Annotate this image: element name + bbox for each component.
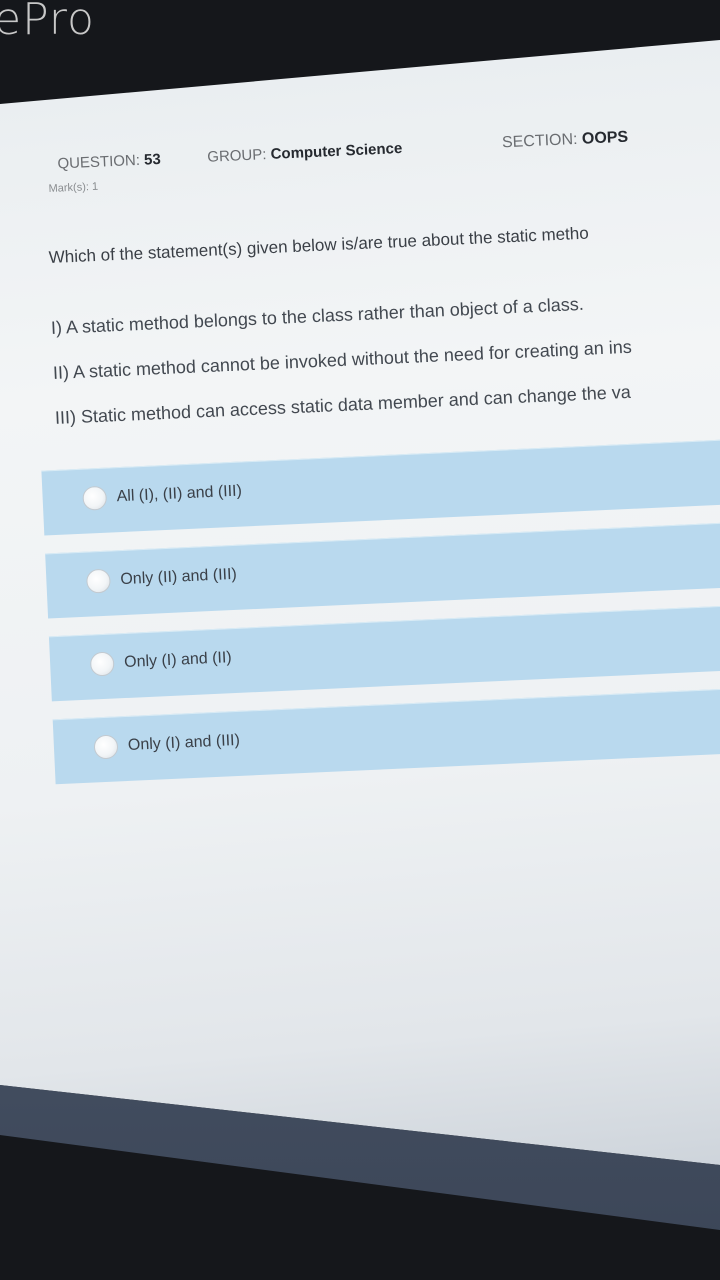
question-text: Which of the statement(s) given below is… bbox=[48, 223, 590, 268]
statement-2: II) A static method cannot be invoked wi… bbox=[52, 336, 633, 383]
exam-screen: QUESTION: 53 GROUP: Computer Science SEC… bbox=[0, 40, 720, 1165]
option-label: Only (I) and (III) bbox=[127, 731, 241, 754]
answer-option-4[interactable]: Only (I) and (III) bbox=[52, 684, 720, 785]
question-marks: Mark(s): 1 bbox=[48, 181, 98, 195]
group-label: GROUP: bbox=[206, 146, 267, 166]
group-value: Computer Science bbox=[270, 139, 403, 163]
question-number-label: QUESTION: bbox=[57, 151, 141, 173]
marks-value: 1 bbox=[91, 180, 99, 194]
option-label: All (I), (II) and (III) bbox=[116, 482, 243, 506]
option-label: Only (I) and (II) bbox=[123, 649, 233, 672]
statement-3: III) Static method can access static dat… bbox=[54, 381, 632, 428]
question-section: SECTION: OOPS bbox=[502, 129, 629, 153]
marks-label: Mark(s): bbox=[48, 181, 90, 195]
app-logo: ePro bbox=[0, 0, 95, 45]
radio-button[interactable] bbox=[85, 568, 111, 594]
section-label: SECTION: bbox=[501, 130, 578, 152]
question-number-value: 53 bbox=[143, 150, 162, 169]
statement-1: I) A static method belongs to the class … bbox=[50, 293, 585, 339]
radio-button[interactable] bbox=[93, 734, 119, 760]
question-panel: QUESTION: 53 GROUP: Computer Science SEC… bbox=[0, 40, 720, 1165]
radio-button[interactable] bbox=[89, 651, 115, 677]
answer-option-2[interactable]: Only (II) and (III) bbox=[45, 519, 720, 619]
option-label: Only (II) and (III) bbox=[120, 565, 238, 589]
answer-option-3[interactable]: Only (I) and (II) bbox=[48, 601, 720, 702]
question-number: QUESTION: 53 bbox=[57, 151, 161, 173]
section-value: OOPS bbox=[581, 128, 629, 148]
question-group: GROUP: Computer Science bbox=[207, 140, 403, 166]
answer-option-1[interactable]: All (I), (II) and (III) bbox=[41, 436, 720, 536]
radio-button[interactable] bbox=[82, 485, 108, 511]
